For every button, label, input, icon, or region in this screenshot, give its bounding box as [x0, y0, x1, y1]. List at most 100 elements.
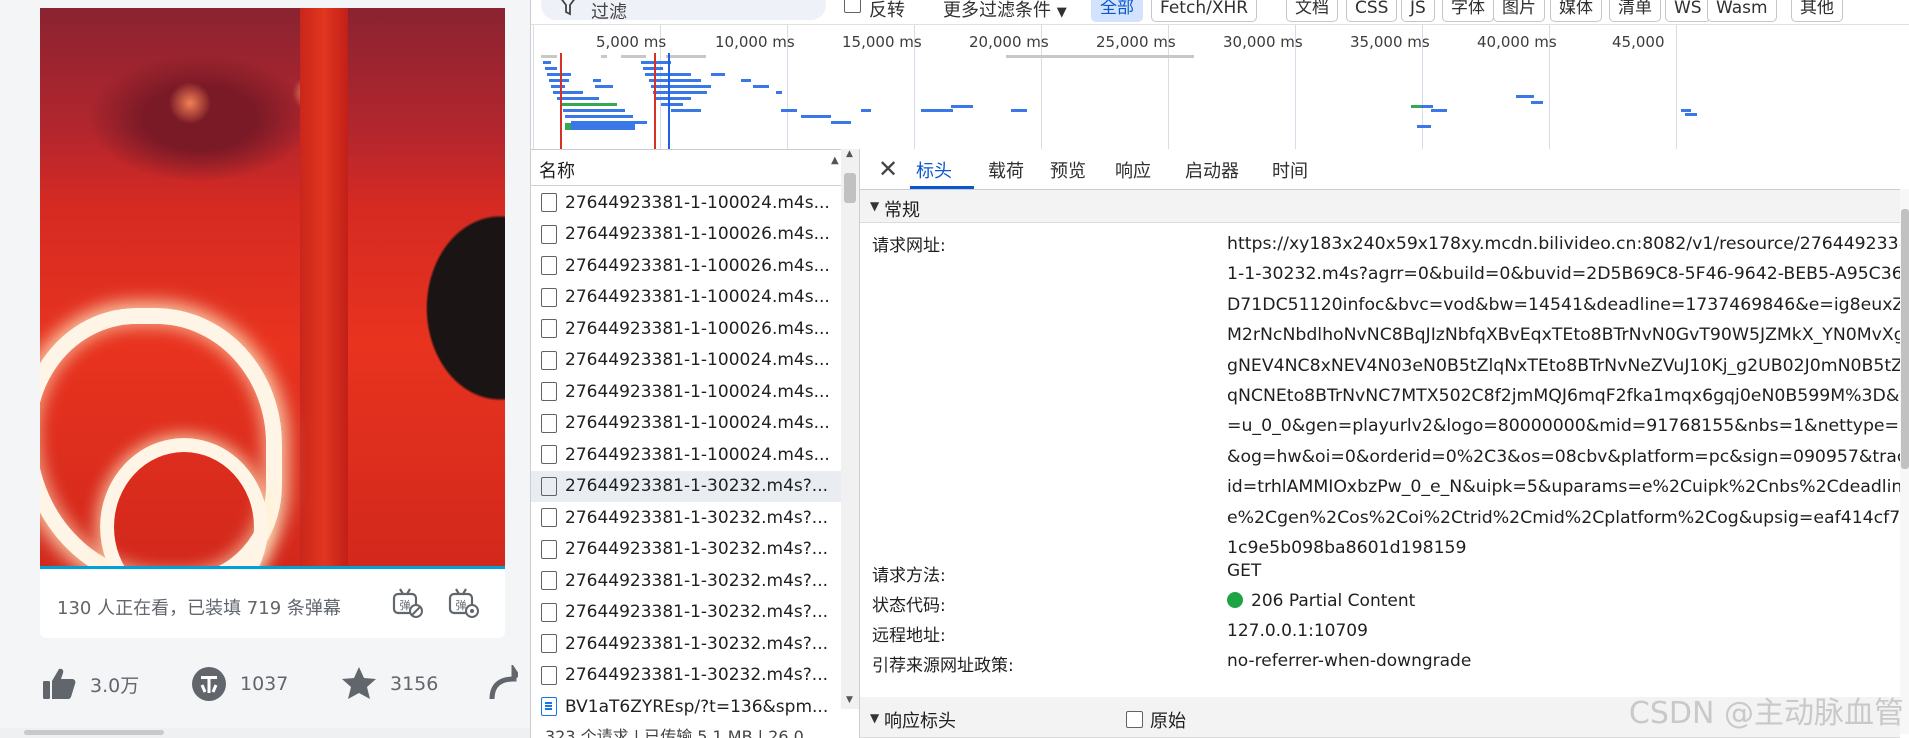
- filter-chip[interactable]: Fetch/XHR: [1151, 0, 1258, 22]
- file-icon: [541, 224, 557, 244]
- request-row[interactable]: 27644923381-1-100024.m4s...: [531, 439, 841, 470]
- request-row[interactable]: 27644923381-1-30232.m4s?...: [531, 628, 841, 659]
- scroll-up-icon[interactable]: ▲: [846, 149, 853, 159]
- filter-chip[interactable]: JS: [1401, 0, 1435, 22]
- file-icon: [541, 193, 557, 212]
- timeline-request-bar: [543, 61, 551, 64]
- scroll-down-icon[interactable]: ▼: [846, 695, 853, 705]
- timeline-request-bar: [666, 55, 706, 58]
- request-url-value[interactable]: https://xy183x240x59x178xy.mcdn.bilivide…: [1227, 229, 1909, 563]
- request-row[interactable]: 27644923381-1-30232.m4s?...: [531, 660, 841, 691]
- like-button[interactable]: 3.0万: [40, 660, 139, 708]
- filter-chip[interactable]: WS: [1665, 0, 1711, 22]
- filter-chip[interactable]: CSS: [1346, 0, 1398, 22]
- detail-tab[interactable]: 启动器: [1185, 157, 1239, 183]
- referrer-policy-value[interactable]: no-referrer-when-downgrade: [1227, 651, 1471, 671]
- timeline-request-bar: [547, 73, 571, 76]
- request-row-selected[interactable]: 27644923381-1-30232.m4s?...: [531, 470, 841, 502]
- danmaku-settings-icon[interactable]: 弹: [446, 586, 480, 620]
- detail-tab[interactable]: 响应: [1115, 157, 1151, 183]
- filter-chip[interactable]: 字体: [1442, 0, 1494, 22]
- filter-chip[interactable]: 文档: [1286, 0, 1338, 22]
- coin-count: 1037: [240, 673, 289, 695]
- request-row[interactable]: 27644923381-1-100024.m4s...: [531, 345, 841, 376]
- timeline-request-bar: [1431, 109, 1447, 112]
- request-row[interactable]: 27644923381-1-100024.m4s...: [531, 187, 841, 218]
- general-section-label: 常规: [884, 200, 920, 221]
- file-icon: [541, 350, 557, 370]
- request-row[interactable]: 27644923381-1-100024.m4s...: [531, 376, 841, 407]
- request-row[interactable]: 27644923381-1-100024.m4s...: [531, 282, 841, 313]
- request-name: 27644923381-1-100026.m4s...: [565, 318, 830, 339]
- request-row[interactable]: BV1aT6ZYREsp/?t=136&spm...: [531, 691, 841, 722]
- detail-tab[interactable]: 标头: [916, 157, 952, 183]
- filter-chip[interactable]: 媒体: [1550, 0, 1602, 22]
- filter-chip[interactable]: 全部: [1091, 0, 1143, 22]
- request-list-header[interactable]: 名称 ▲: [531, 149, 841, 186]
- coin-button[interactable]: 1037: [190, 660, 288, 708]
- close-icon[interactable]: ✕: [878, 155, 898, 183]
- filter-chip[interactable]: Wasm: [1707, 0, 1777, 22]
- timeline-request-bar: [681, 79, 701, 82]
- document-icon: [541, 697, 557, 716]
- timeline-request-bar: [561, 103, 617, 106]
- file-icon: [541, 571, 557, 590]
- video-player[interactable]: [40, 8, 505, 568]
- request-row[interactable]: 27644923381-1-100026.m4s...: [531, 250, 841, 281]
- raw-headers-checkbox[interactable]: [1126, 711, 1143, 728]
- request-name: 27644923381-1-30232.m4s?...: [565, 507, 829, 528]
- request-row[interactable]: 27644923381-1-30232.m4s?...: [531, 565, 841, 596]
- file-icon: [541, 319, 557, 338]
- detail-tab[interactable]: 时间: [1272, 157, 1308, 183]
- timeline-request-bar: [691, 85, 711, 88]
- sort-up-icon[interactable]: ▲: [831, 155, 839, 166]
- detail-tab[interactable]: 预览: [1050, 157, 1086, 183]
- request-row[interactable]: 27644923381-1-30232.m4s?...: [531, 502, 841, 533]
- filter-chip[interactable]: 清单: [1609, 0, 1661, 22]
- file-icon: [541, 445, 557, 464]
- timeline-request-bar: [671, 109, 701, 112]
- network-overview-timeline[interactable]: 5,000 ms 10,000 ms 15,000 ms 20,000 ms 25,00…: [531, 24, 1909, 150]
- viewer-count-text: 130 人正在看，已装填 719 条弹幕: [57, 598, 341, 619]
- general-section-header[interactable]: ▼ 常规: [860, 190, 1900, 223]
- request-name: 27644923381-1-100024.m4s...: [565, 192, 830, 213]
- request-row[interactable]: 27644923381-1-100026.m4s...: [531, 313, 841, 344]
- danmaku-toggle-icon[interactable]: 弹: [390, 586, 424, 620]
- status-code-value[interactable]: 206 Partial Content: [1227, 591, 1415, 611]
- details-scrollbar[interactable]: [1900, 189, 1909, 734]
- filter-chip[interactable]: 图片: [1493, 0, 1545, 22]
- scrollbar-thumb[interactable]: [1901, 209, 1909, 469]
- timeline-request-bar: [1685, 113, 1697, 116]
- filter-chip[interactable]: 其他: [1791, 0, 1843, 22]
- invert-checkbox[interactable]: [844, 0, 861, 13]
- request-list-scrollbar[interactable]: ▲ ▼: [841, 149, 859, 709]
- timeline-request-bar: [776, 91, 782, 94]
- timeline-request-bar: [641, 61, 671, 64]
- timeline-request-bar: [921, 109, 953, 112]
- detail-tab[interactable]: 载荷: [988, 157, 1024, 183]
- scrollbar-thumb[interactable]: [24, 730, 164, 735]
- request-row[interactable]: 27644923381-1-100024.m4s...: [531, 408, 841, 439]
- request-name: 27644923381-1-30232.m4s?...: [565, 539, 829, 559]
- timeline-tick-label: 35,000 ms: [1350, 33, 1430, 51]
- request-row[interactable]: 27644923381-1-30232.m4s?...: [531, 534, 841, 565]
- raw-headers-label: 原始: [1150, 711, 1186, 732]
- timeline-request-bar: [595, 85, 613, 88]
- favorite-button[interactable]: 3156: [340, 660, 438, 708]
- remote-address-value[interactable]: 127.0.0.1:10709: [1227, 621, 1368, 641]
- page-horizontal-scrollbar[interactable]: [0, 728, 530, 738]
- file-icon: [541, 256, 557, 275]
- timeline-request-bar: [1681, 109, 1691, 112]
- request-row[interactable]: 27644923381-1-30232.m4s?...: [531, 597, 841, 628]
- file-icon: [541, 602, 557, 622]
- scrollbar-thumb[interactable]: [844, 173, 856, 203]
- request-row[interactable]: 27644923381-1-100026.m4s...: [531, 219, 841, 250]
- filter-input[interactable]: 过滤: [541, 0, 826, 22]
- video-progress-bar[interactable]: [40, 566, 505, 569]
- share-button[interactable]: [488, 660, 518, 708]
- request-method-value[interactable]: GET: [1227, 561, 1261, 581]
- more-filters-dropdown[interactable]: 更多过滤条件 ▼: [943, 0, 1067, 22]
- invert-label: 反转: [869, 0, 905, 21]
- timeline-request-bar: [601, 55, 607, 58]
- watermark: CSDN @主动脉血管: [1628, 696, 1904, 731]
